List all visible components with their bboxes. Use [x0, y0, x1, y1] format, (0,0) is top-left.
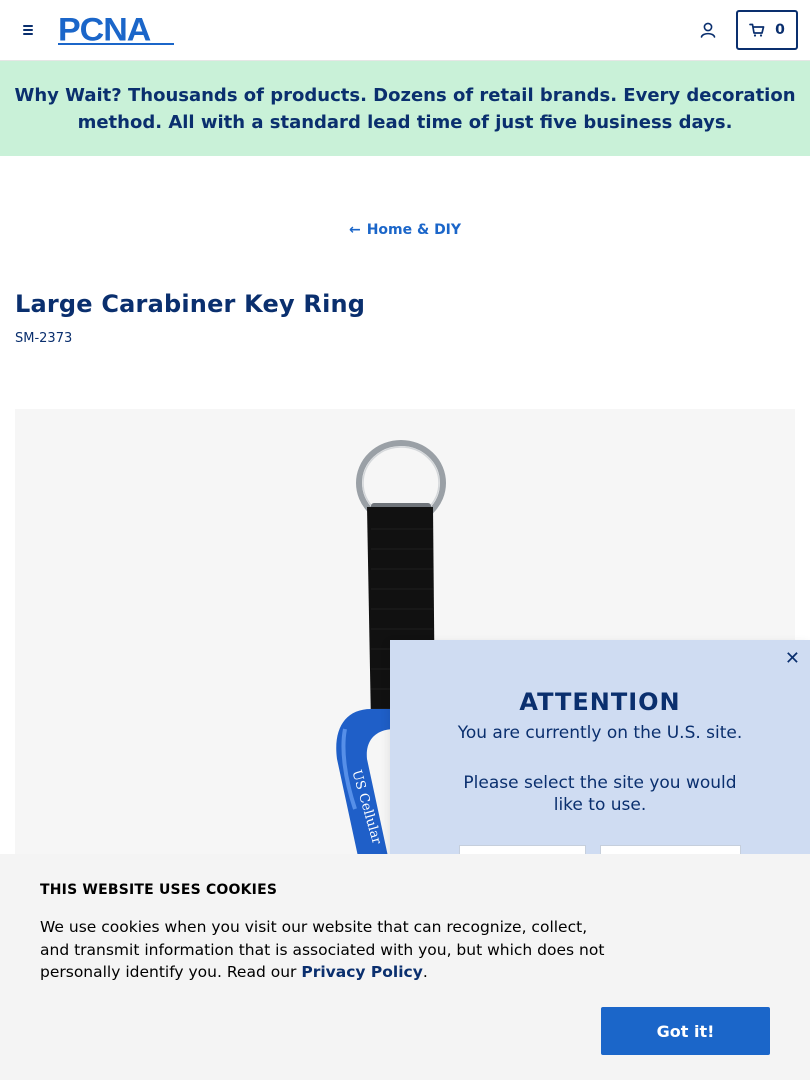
modal-current-site-text: You are currently on the U.S. site.	[457, 723, 743, 743]
cookie-title: THIS WEBSITE USES COOKIES	[40, 882, 278, 898]
product-title: Large Carabiner Key Ring	[15, 290, 366, 318]
back-to-category-link[interactable]: ← Home & DIY	[349, 222, 461, 238]
accept-cookies-button[interactable]: Got it!	[601, 1007, 770, 1055]
close-icon[interactable]: ✕	[785, 648, 800, 669]
privacy-policy-link[interactable]: Privacy Policy	[301, 963, 423, 981]
site-header: PCNA 0	[0, 0, 810, 61]
cookie-body: We use cookies when you visit our websit…	[40, 916, 610, 984]
arrow-left-icon: ←	[348, 222, 361, 238]
promo-body: Thousands of products. Dozens of retail …	[77, 84, 796, 133]
cart-button[interactable]: 0	[736, 10, 798, 50]
site-selection-modal: ✕ ATTENTION You are currently on the U.S…	[390, 640, 810, 885]
cart-count: 0	[775, 22, 785, 38]
product-sku: SM-2373	[15, 331, 73, 346]
cookie-banner: THIS WEBSITE USES COOKIES We use cookies…	[0, 854, 810, 1080]
promo-lead: Why Wait?	[14, 84, 122, 106]
promo-banner: Why Wait? Thousands of products. Dozens …	[0, 61, 810, 156]
account-icon[interactable]	[699, 21, 717, 39]
back-link-label: Home & DIY	[366, 222, 462, 238]
pcna-logo[interactable]: PCNA	[58, 11, 174, 49]
promo-text: Why Wait? Thousands of products. Dozens …	[12, 82, 798, 136]
cookie-body-trailing: .	[422, 963, 428, 981]
breadcrumb: ← Home & DIY	[0, 222, 810, 238]
cart-icon	[749, 23, 765, 37]
logo-underline	[58, 43, 174, 45]
hamburger-menu-icon[interactable]	[16, 18, 40, 42]
modal-title: ATTENTION	[519, 688, 681, 716]
logo-text: PCNA	[58, 11, 151, 49]
modal-instruction-text: Please select the site you would like to…	[463, 773, 737, 815]
